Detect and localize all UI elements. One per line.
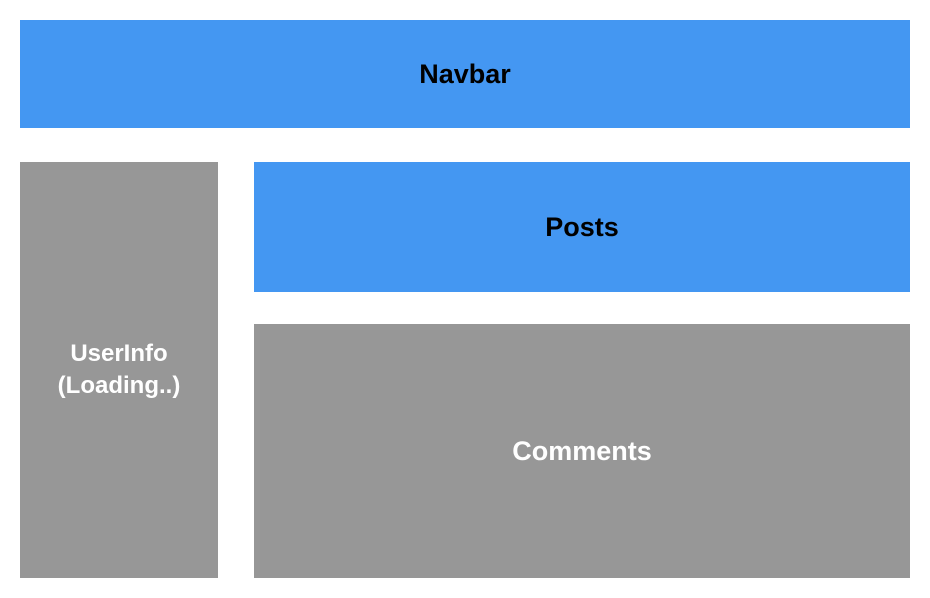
userinfo-label: UserInfo (Loading..) xyxy=(58,338,181,403)
right-column: Posts Comments xyxy=(254,162,910,578)
comments-label: Comments xyxy=(512,436,652,467)
posts-panel: Posts xyxy=(254,162,910,292)
comments-panel: Comments xyxy=(254,324,910,578)
navbar-label: Navbar xyxy=(419,59,511,90)
userinfo-panel: UserInfo (Loading..) xyxy=(20,162,218,578)
layout-diagram: Navbar UserInfo (Loading..) Posts Commen… xyxy=(20,20,910,578)
body-row: UserInfo (Loading..) Posts Comments xyxy=(20,162,910,578)
navbar-panel: Navbar xyxy=(20,20,910,128)
posts-label: Posts xyxy=(545,212,619,243)
